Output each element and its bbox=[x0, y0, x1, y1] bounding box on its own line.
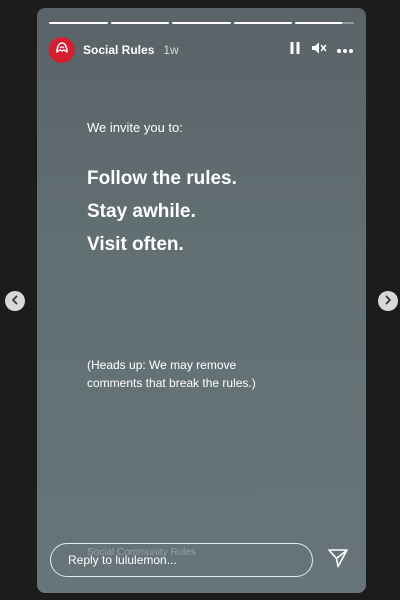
send-icon bbox=[327, 547, 349, 574]
post-age: 1w bbox=[163, 43, 179, 57]
pause-icon bbox=[289, 41, 301, 60]
story-progress bbox=[49, 22, 354, 24]
progress-segment bbox=[110, 22, 170, 24]
reply-placeholder: Reply to lululemon... bbox=[68, 553, 177, 567]
more-options-button[interactable] bbox=[336, 42, 354, 58]
progress-segment bbox=[233, 22, 293, 24]
progress-segment bbox=[172, 22, 231, 24]
reply-bar: Social Community Rules Reply to lululemo… bbox=[50, 541, 353, 579]
rule-item: Stay awhile. bbox=[87, 201, 196, 222]
mute-button[interactable] bbox=[311, 41, 327, 60]
story-controls bbox=[288, 41, 354, 60]
progress-segment bbox=[49, 22, 108, 24]
mute-icon bbox=[311, 41, 327, 60]
story-header: Social Rules 1w bbox=[49, 36, 354, 64]
rules-list: Follow the rules. Stay awhile. Visit oft… bbox=[87, 162, 350, 261]
reply-input[interactable]: Social Community Rules Reply to lululemo… bbox=[50, 543, 313, 577]
note-line: comments that break the rules.) bbox=[87, 376, 256, 390]
chevron-right-icon bbox=[383, 292, 393, 310]
more-icon bbox=[336, 41, 354, 59]
lululemon-logo-icon bbox=[54, 40, 70, 61]
rule-item: Follow the rules. bbox=[87, 168, 237, 189]
progress-segment bbox=[295, 22, 354, 24]
moderation-note: (Heads up: We may remove comments that b… bbox=[87, 356, 350, 392]
chevron-left-icon bbox=[10, 292, 20, 310]
story-intro: We invite you to: bbox=[87, 120, 183, 135]
next-story-button[interactable] bbox=[378, 291, 398, 311]
avatar[interactable] bbox=[49, 37, 75, 63]
story-viewer: Social Rules 1w We invite you to: Follow… bbox=[0, 0, 400, 600]
send-button[interactable] bbox=[323, 545, 353, 575]
story-card[interactable]: Social Rules 1w We invite you to: Follow… bbox=[37, 8, 366, 593]
rule-item: Visit often. bbox=[87, 234, 184, 255]
account-name[interactable]: Social Rules bbox=[83, 43, 154, 57]
note-line: (Heads up: We may remove bbox=[87, 358, 237, 372]
pause-button[interactable] bbox=[288, 41, 302, 60]
previous-story-button[interactable] bbox=[5, 291, 25, 311]
